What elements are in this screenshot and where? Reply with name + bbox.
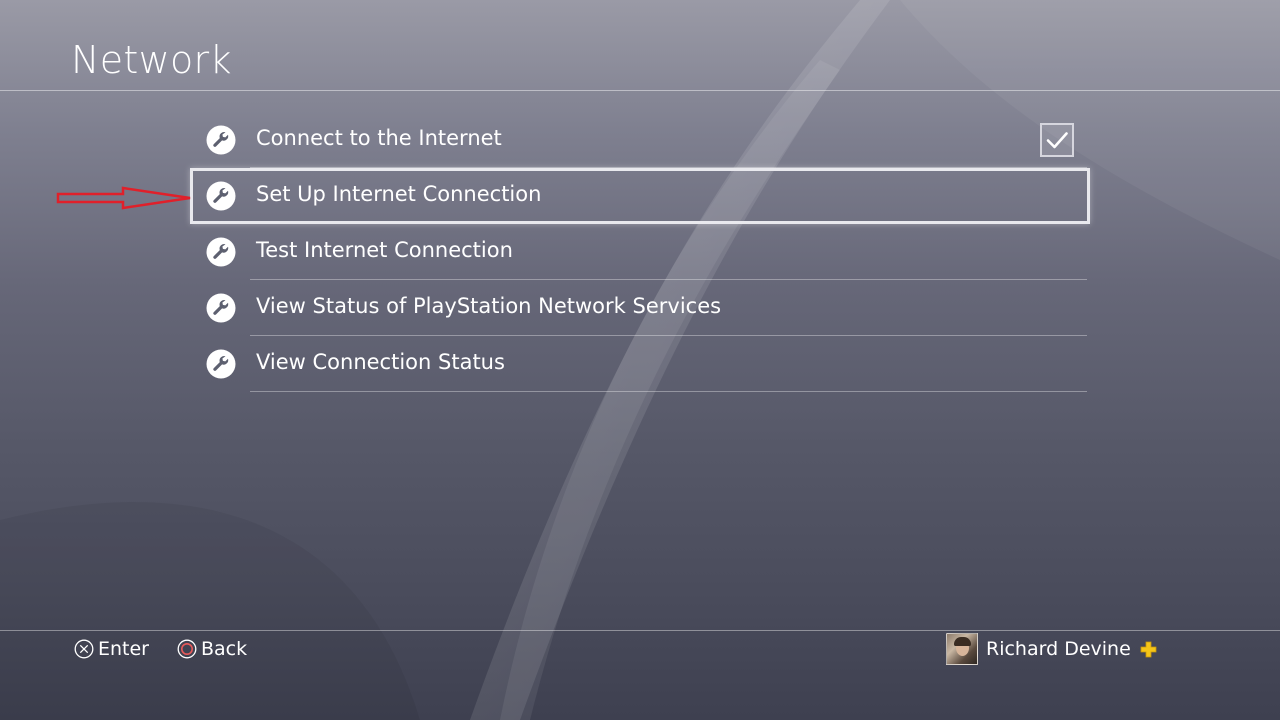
menu-item-set-up-internet-connection[interactable]: Set Up Internet Connection [190, 168, 1090, 224]
menu-item-label: Connect to the Internet [256, 126, 502, 150]
wrench-icon [206, 181, 236, 211]
row-divider [250, 391, 1087, 392]
header-divider [0, 90, 1280, 91]
enabled-checkbox[interactable] [1040, 123, 1074, 157]
wrench-icon [206, 237, 236, 267]
menu-item-view-connection-status[interactable]: View Connection Status [190, 336, 1090, 392]
wrench-icon [206, 125, 236, 155]
enter-label: Enter [98, 638, 149, 660]
annotation-arrow-icon [56, 186, 191, 210]
back-label: Back [201, 638, 248, 660]
user-profile[interactable]: Richard Devine [946, 633, 1157, 665]
enter-hint[interactable]: Enter [74, 637, 149, 661]
playstation-plus-icon [1140, 641, 1157, 657]
menu-item-connect-to-internet[interactable]: Connect to the Internet [190, 112, 1090, 168]
back-hint[interactable]: Back [177, 637, 247, 661]
circle-button-icon [177, 639, 197, 659]
menu-item-label: View Connection Status [256, 350, 505, 374]
menu-item-label: View Status of PlayStation Network Servi… [256, 294, 722, 318]
menu-item-label: Test Internet Connection [256, 238, 513, 262]
user-name: Richard Devine [986, 638, 1131, 660]
menu-item-view-psn-status[interactable]: View Status of PlayStation Network Servi… [190, 280, 1090, 336]
wrench-icon [206, 293, 236, 323]
network-menu: Connect to the Internet Set Up Internet … [190, 112, 1090, 392]
menu-item-test-internet-connection[interactable]: Test Internet Connection [190, 224, 1090, 280]
wrench-icon [206, 349, 236, 379]
checkmark-icon [1046, 132, 1068, 149]
page-title: Network [71, 38, 232, 82]
avatar [946, 633, 978, 665]
cross-button-icon [74, 639, 94, 659]
menu-item-label: Set Up Internet Connection [256, 182, 542, 206]
footer-divider [0, 630, 1280, 631]
